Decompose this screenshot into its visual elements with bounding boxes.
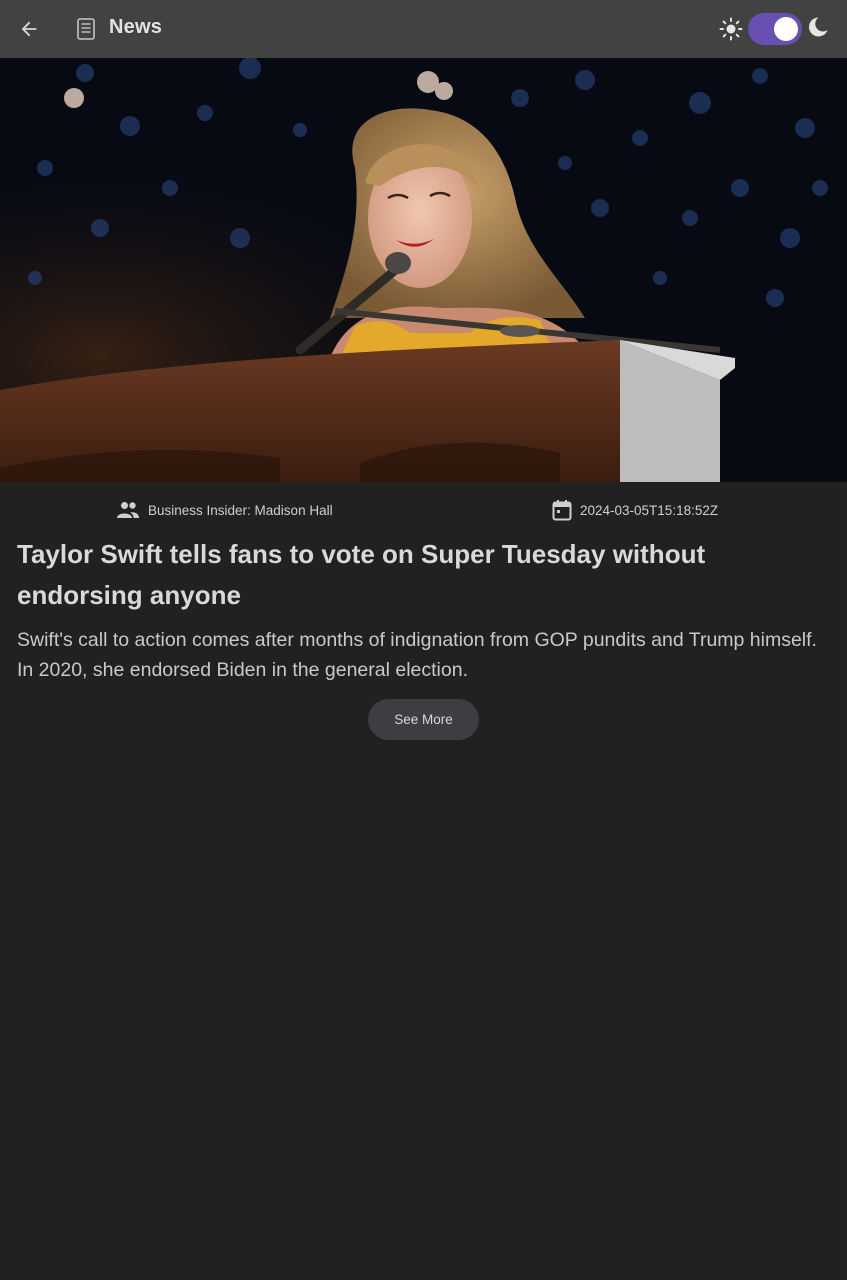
sun-icon — [719, 17, 743, 41]
app-bar: News — [0, 0, 847, 58]
article-date: 2024-03-05T15:18:52Z — [552, 498, 718, 522]
article-source: Business Insider: Madison Hall — [116, 498, 333, 522]
calendar-icon — [552, 500, 572, 521]
date-text: 2024-03-05T15:18:52Z — [580, 502, 719, 518]
article-headline: Taylor Swift tells fans to vote on Super… — [17, 539, 706, 610]
theme-toggle[interactable] — [748, 13, 802, 45]
newspaper-icon — [75, 17, 97, 41]
arrow-back-icon — [21, 21, 37, 37]
people-icon — [117, 502, 139, 518]
see-more-button[interactable]: See More — [368, 699, 479, 740]
back-button[interactable] — [14, 14, 44, 44]
toggle-knob — [774, 17, 798, 41]
moon-icon — [809, 17, 828, 37]
source-text: Business Insider: Madison Hall — [148, 502, 333, 518]
page-title: News — [109, 16, 163, 38]
article-image — [0, 58, 847, 482]
article-description: Swift's call to action comes after month… — [17, 629, 817, 681]
